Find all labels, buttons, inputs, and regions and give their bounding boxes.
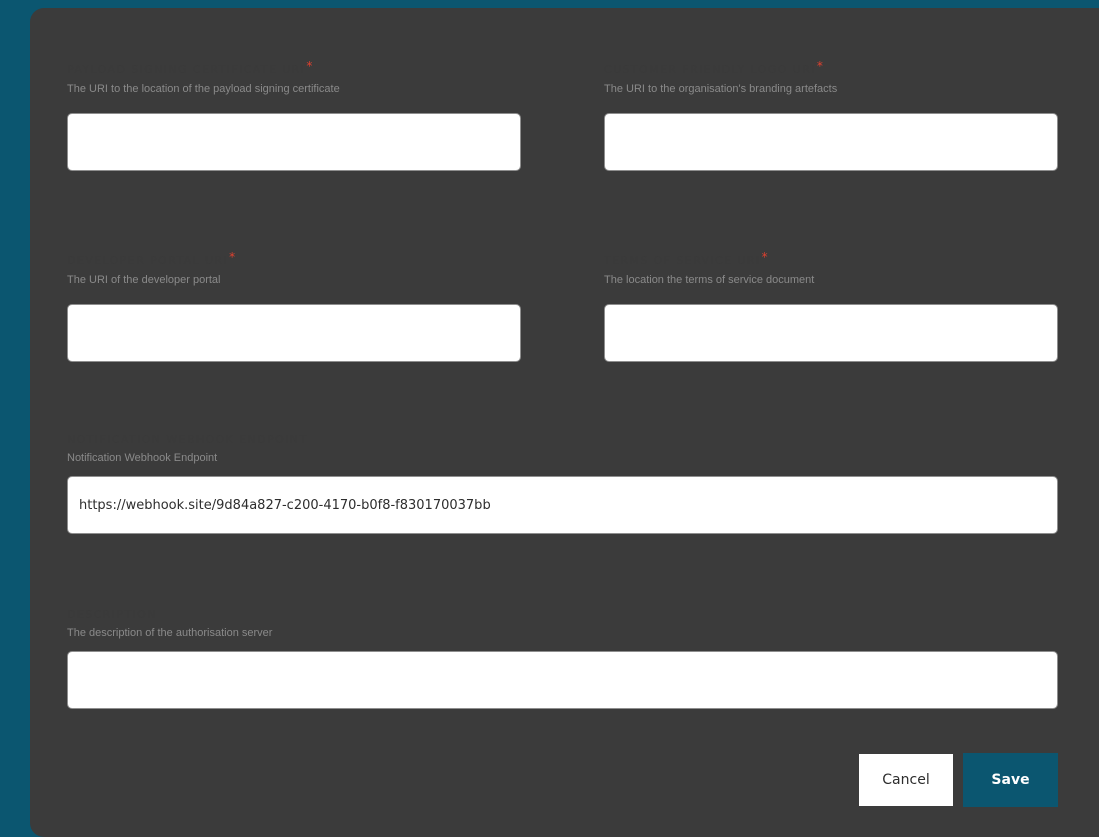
notification-webhook-label: NOTIFICATION WEBHOOK ENDPOINT: [67, 433, 308, 446]
terms-of-service-input[interactable]: [604, 304, 1058, 362]
developer-portal-label: DEVELOPER PORTAL URI: [67, 254, 229, 267]
payload-signing-certificate-label: PAYLOAD SIGNING CERTIFICATE URI: [67, 63, 306, 76]
required-indicator: *: [306, 59, 314, 73]
customer-friendly-logo-input[interactable]: [604, 113, 1058, 171]
required-indicator: *: [761, 250, 769, 264]
description-input[interactable]: [67, 651, 1058, 709]
save-button[interactable]: Save: [963, 753, 1058, 807]
customer-friendly-logo-help: The URI to the organisation's branding a…: [604, 83, 838, 95]
developer-portal-help: The URI of the developer portal: [67, 274, 221, 286]
notification-webhook-input[interactable]: [67, 476, 1058, 534]
payload-signing-certificate-help: The URI to the location of the payload s…: [67, 83, 340, 95]
required-indicator: *: [816, 59, 825, 73]
payload-signing-certificate-input[interactable]: [67, 113, 521, 171]
description-help: The description of the authorisation ser…: [67, 627, 273, 639]
notification-webhook-help: Notification Webhook Endpoint: [67, 452, 218, 464]
terms-of-service-help: The location the terms of service docume…: [604, 274, 815, 286]
terms-of-service-label: TERMS OF SERVICE URI: [604, 254, 761, 267]
cancel-button[interactable]: Cancel: [858, 753, 954, 807]
required-indicator: *: [229, 250, 237, 264]
description-label: DESCRIPTION: [67, 608, 157, 621]
developer-portal-input[interactable]: [67, 304, 521, 362]
customer-friendly-logo-label: CUSTOMER FRIENDLY LOGO URI: [604, 63, 816, 76]
